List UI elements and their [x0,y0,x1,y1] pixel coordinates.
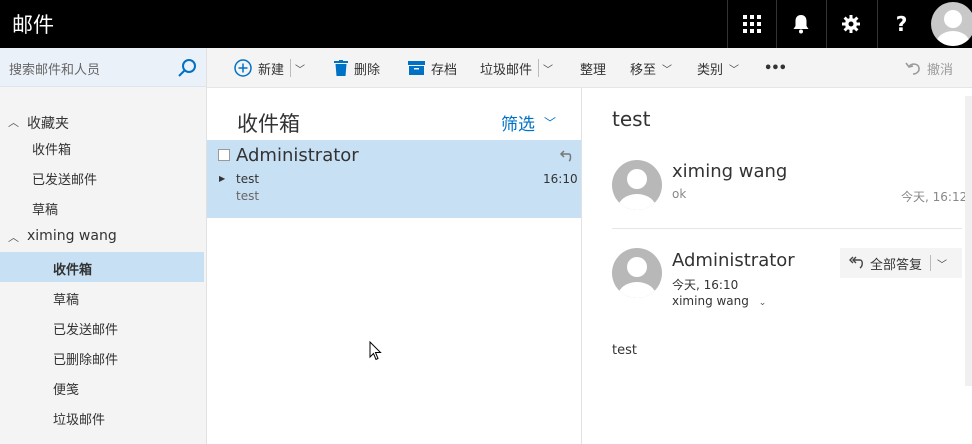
favorites-item-inbox[interactable]: 收件箱 [0,132,204,162]
replied-icon [559,150,572,162]
notifications-button[interactable] [776,0,824,48]
chevron-down-icon[interactable]: ﹀ [543,61,553,76]
command-bar: 新建 ﹀ 删除 存档 垃圾邮件 ﹀ 整理 移至 ﹀ 类别 ﹀ ••• 撤消 [207,48,972,88]
account-header[interactable]: ︿ ximing wang [0,224,206,250]
folder-item-sent[interactable]: 已发送邮件 [0,312,204,342]
plus-circle-icon [234,59,252,77]
sender-avatar-icon [612,248,662,298]
message-time: 今天, 16:10 [672,278,739,292]
chevron-down-icon: ﹀ [729,64,740,76]
message-recipient[interactable]: ximing wang ⌄ [672,294,766,308]
folder-item-deleted[interactable]: 已删除邮件 [0,342,204,372]
junk-button[interactable]: 垃圾邮件 ﹀ [480,48,553,88]
folder-item-notes[interactable]: 便笺 [0,372,204,402]
reply-snippet: ok [672,187,687,201]
undo-button[interactable]: 撤消 [905,48,953,88]
message-body: test [612,343,637,358]
message-preview: test [236,189,260,203]
search-input[interactable]: 搜索邮件和人员 [9,59,100,78]
more-actions-button[interactable]: ••• [764,48,787,88]
conversation-subject: test [612,107,651,131]
folder-item-inbox[interactable]: 收件箱 [0,252,204,282]
sender-avatar-icon [612,160,662,210]
reply-all-icon [848,255,864,271]
chevron-down-icon: ﹀ [662,64,673,76]
message-sender: Administrator [236,145,359,166]
mouse-cursor-icon [369,341,382,361]
sweep-button[interactable]: 整理 [580,48,606,88]
chevron-down-icon: ﹀ [544,116,557,130]
help-icon: ? [895,12,908,36]
gear-icon [841,15,860,33]
reply-all-button[interactable]: 全部答复 ﹀ [840,248,962,278]
user-avatar-icon [931,2,972,46]
reading-scrollbar[interactable] [965,96,972,386]
undo-icon [905,61,921,75]
message-divider [612,228,962,229]
move-to-button[interactable]: 移至 ﹀ [630,48,672,88]
folder-pane: 搜索邮件和人员 ︿ 收藏夹 收件箱 已发送邮件 草稿 ︿ ximing wang… [0,48,207,444]
archive-icon [408,61,425,75]
search-icon[interactable] [177,58,197,78]
more-icon: ••• [764,60,787,76]
message-sender[interactable]: Administrator [672,250,795,271]
message-list: 收件箱 筛选 ﹀ Administrator ▶ test 16:10 test [207,88,582,444]
message-time: 16:10 [543,172,578,186]
message-checkbox[interactable] [218,149,230,161]
app-title[interactable]: 邮件 [12,9,54,39]
message-subject: test [236,172,260,186]
folder-item-junk[interactable]: 垃圾邮件 [0,402,204,432]
reading-pane: test ximing wang ok 今天, 16:12 Administra… [583,88,972,444]
message-item[interactable]: Administrator ▶ test 16:10 test [207,140,581,218]
trash-icon [334,60,348,76]
filter-button[interactable]: 筛选 ﹀ [501,110,556,135]
new-button[interactable]: 新建 ﹀ [234,48,305,88]
bell-icon [793,15,808,34]
favorites-item-drafts[interactable]: 草稿 [0,192,204,222]
reply-sender[interactable]: ximing wang [672,161,787,182]
top-bar: 邮件 ? [0,0,972,48]
user-avatar-button[interactable] [929,0,972,48]
chevron-up-icon: ︿ [8,231,19,244]
account-label: ximing wang [27,228,117,244]
chevron-down-icon[interactable]: ﹀ [937,256,947,271]
categories-button[interactable]: 类别 ﹀ [697,48,739,88]
reply-time: 今天, 16:12 [901,190,968,204]
chevron-double-down-icon[interactable]: ⌄ [759,298,767,308]
help-button[interactable]: ? [877,0,925,48]
chevron-up-icon: ︿ [8,116,19,129]
app-launcher-button[interactable] [727,0,775,48]
chevron-down-icon[interactable]: ﹀ [295,61,305,76]
search-box[interactable]: 搜索邮件和人员 [0,48,206,87]
list-title: 收件箱 [237,112,300,136]
expand-triangle-icon[interactable]: ▶ [219,174,225,183]
archive-button[interactable]: 存档 [408,48,457,88]
favorites-label: 收藏夹 [27,116,69,132]
favorites-item-sent[interactable]: 已发送邮件 [0,162,204,192]
delete-button[interactable]: 删除 [334,48,380,88]
app-launcher-icon [742,15,761,33]
settings-button[interactable] [826,0,874,48]
folder-item-drafts[interactable]: 草稿 [0,282,204,312]
